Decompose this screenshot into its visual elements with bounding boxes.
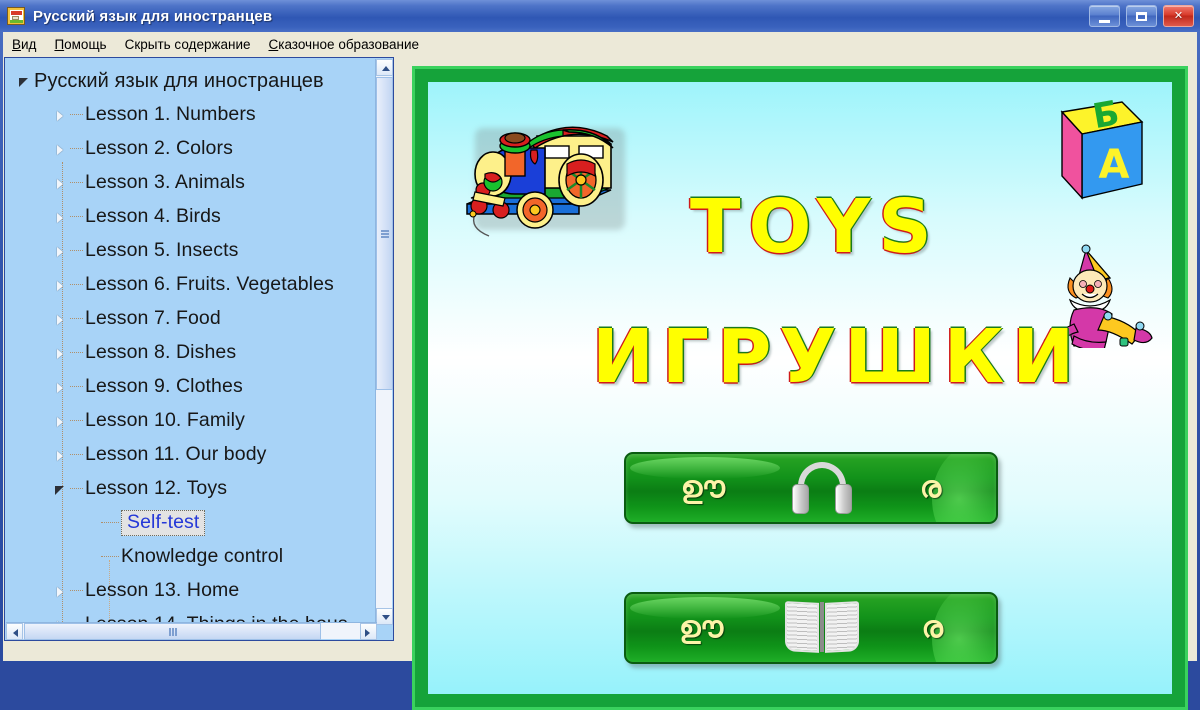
toy-train-icon: [461, 114, 633, 239]
tree-node-knowledge-control[interactable]: Knowledge control: [5, 540, 377, 574]
page-title-english: TOYS: [690, 184, 940, 270]
tree-node-lesson-3[interactable]: Lesson 3. Animals: [5, 166, 377, 200]
scroll-right-button[interactable]: [360, 623, 377, 640]
menu-item-help[interactable]: Помощь: [45, 35, 115, 54]
tree-node-lesson-1[interactable]: Lesson 1. Numbers: [5, 98, 377, 132]
tree-node-label: Lesson 13. Home: [85, 579, 240, 602]
tree-node-lesson-9[interactable]: Lesson 9. Clothes: [5, 370, 377, 404]
client-area: Русский язык для иностранцев Lesson 1. N…: [3, 56, 1197, 710]
ornament-left-icon: ഊ: [679, 610, 724, 645]
close-button[interactable]: ✕: [1163, 5, 1194, 27]
chevron-right-icon[interactable]: [55, 246, 66, 257]
chevron-right-icon[interactable]: [55, 212, 66, 223]
ornament-right-icon: ര: [919, 470, 942, 505]
scroll-up-button[interactable]: [376, 59, 393, 76]
tree-node-lesson-12[interactable]: Lesson 12. Toys: [5, 472, 377, 506]
tree-node-lesson-4[interactable]: Lesson 4. Birds: [5, 200, 377, 234]
chevron-down-icon[interactable]: [55, 484, 66, 495]
tree-node-label: Lesson 11. Our body: [85, 443, 267, 466]
lesson-content-pane: Б А TOYS ИГРУШКИ ഊ ര ഊ ര: [412, 66, 1188, 710]
tree-node-lesson-2[interactable]: Lesson 2. Colors: [5, 132, 377, 166]
lesson-slide: Б А TOYS ИГРУШКИ ഊ ര ഊ ര: [428, 82, 1172, 694]
title-bar: Русский язык для иностранцев ✕: [0, 0, 1200, 32]
vertical-scroll-thumb[interactable]: [376, 77, 393, 390]
alphabet-block-icon: Б А: [1026, 93, 1148, 210]
svg-text:А: А: [1099, 142, 1130, 188]
listen-button[interactable]: ഊ ര: [624, 452, 998, 524]
chevron-right-icon[interactable]: [55, 178, 66, 189]
headphones-icon: [790, 462, 854, 514]
tree-node-label: Lesson 12. Toys: [85, 477, 228, 500]
chevron-right-icon[interactable]: [55, 144, 66, 155]
tree-node-lesson-10[interactable]: Lesson 10. Family: [5, 404, 377, 438]
tree-node-label: Русский язык для иностранцев: [34, 70, 324, 92]
tree-vertical-scrollbar[interactable]: [375, 59, 393, 625]
tree-node-lesson-6[interactable]: Lesson 6. Fruits. Vegetables: [5, 268, 377, 302]
tree-node-label: Lesson 3. Animals: [85, 171, 245, 194]
tree-node-lesson-7[interactable]: Lesson 7. Food: [5, 302, 377, 336]
menu-item-hide-contents[interactable]: Скрыть содержание: [116, 35, 260, 54]
chevron-right-icon[interactable]: [55, 382, 66, 393]
tree-node-label: Lesson 2. Colors: [85, 137, 233, 160]
menu-item-vid[interactable]: Вид: [3, 35, 45, 54]
tree-horizontal-scrollbar[interactable]: [6, 622, 377, 640]
chevron-right-icon[interactable]: [55, 314, 66, 325]
tree-node-label: Lesson 1. Numbers: [85, 103, 256, 126]
read-button[interactable]: ഊ ര: [624, 592, 998, 664]
window-controls: ✕: [1089, 5, 1194, 27]
minimize-button[interactable]: [1089, 5, 1120, 27]
tree-node-label: Lesson 7. Food: [85, 307, 221, 330]
tree-node-label: Lesson 9. Clothes: [85, 375, 243, 398]
chevron-right-icon[interactable]: [55, 348, 66, 359]
book-icon: [7, 7, 25, 25]
close-icon: ✕: [1173, 9, 1184, 22]
chevron-right-icon[interactable]: [55, 110, 66, 121]
ornament-left-icon: ഊ: [680, 470, 725, 505]
tree-node-label: Lesson 6. Fruits. Vegetables: [85, 273, 334, 296]
contents-tree-pane: Русский язык для иностранцев Lesson 1. N…: [4, 57, 394, 641]
tree-node-lesson-5[interactable]: Lesson 5. Insects: [5, 234, 377, 268]
maximize-button[interactable]: [1126, 5, 1157, 27]
contents-tree: Русский язык для иностранцев Lesson 1. N…: [5, 58, 377, 624]
scroll-left-button[interactable]: [6, 623, 23, 640]
open-book-icon: [785, 600, 860, 656]
chevron-right-icon[interactable]: [55, 280, 66, 291]
tree-node-label: Lesson 8. Dishes: [85, 341, 237, 364]
tree-node-lesson-13[interactable]: Lesson 13. Home: [5, 574, 377, 608]
chevron-down-icon[interactable]: [19, 76, 30, 87]
menu-bar: Вид Помощь Скрыть содержание Сказочное о…: [3, 32, 1197, 57]
menu-item-fairytale-education[interactable]: Сказочное образование: [260, 35, 429, 54]
window-title: Русский язык для иностранцев: [33, 7, 273, 25]
application-window: Русский язык для иностранцев ✕ Вид Помощ…: [0, 0, 1200, 710]
chevron-right-icon[interactable]: [55, 416, 66, 427]
tree-node-root[interactable]: Русский язык для иностранцев: [5, 64, 377, 98]
page-title-russian: ИГРУШКИ: [592, 314, 1083, 400]
tree-node-label: Knowledge control: [121, 545, 284, 568]
tree-node-lesson-8[interactable]: Lesson 8. Dishes: [5, 336, 377, 370]
tree-node-self-test[interactable]: Self-test: [5, 506, 377, 540]
horizontal-scroll-thumb[interactable]: [24, 623, 321, 640]
tree-node-label: Lesson 4. Birds: [85, 205, 221, 228]
tree-node-label: Lesson 10. Family: [85, 409, 245, 432]
tree-node-label: Lesson 5. Insects: [85, 239, 239, 262]
chevron-right-icon[interactable]: [55, 450, 66, 461]
scroll-down-button[interactable]: [376, 608, 393, 625]
tree-node-label: Self-test: [121, 509, 206, 537]
tree-node-lesson-11[interactable]: Lesson 11. Our body: [5, 438, 377, 472]
ornament-right-icon: ര: [921, 610, 943, 645]
chevron-right-icon[interactable]: [55, 586, 66, 597]
